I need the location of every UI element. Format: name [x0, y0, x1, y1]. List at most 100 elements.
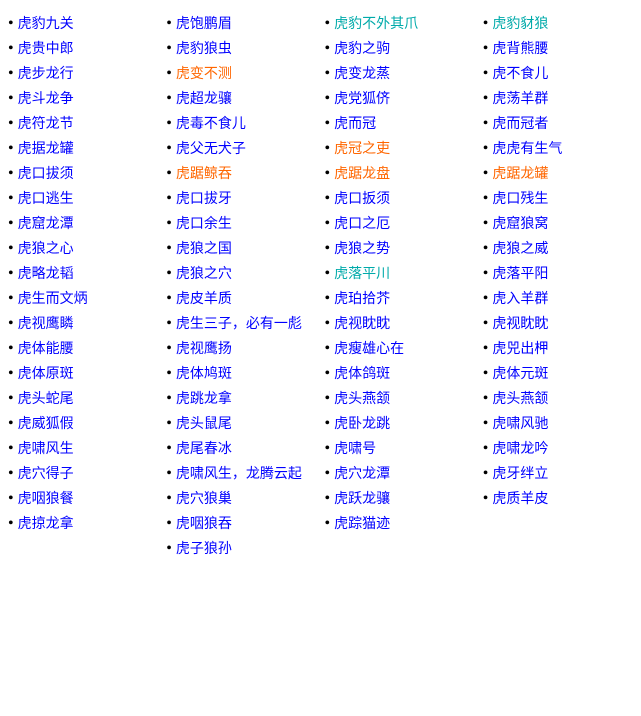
item-label[interactable]: 虎略龙韬: [18, 264, 74, 285]
item-label[interactable]: 虎豹狼虫: [176, 39, 232, 60]
item-label[interactable]: 虎穴狼巢: [176, 489, 232, 510]
item-label[interactable]: 虎符龙节: [18, 114, 74, 135]
item-label[interactable]: 虎珀拾芥: [334, 289, 390, 310]
item-label[interactable]: 虎视鹰瞵: [18, 314, 74, 335]
item-label[interactable]: 虎口拔须: [18, 164, 74, 185]
item-label[interactable]: 虎豹豺狼: [492, 14, 548, 35]
list-item: •虎珀拾芥: [325, 289, 475, 310]
item-label[interactable]: 虎落平阳: [492, 264, 548, 285]
item-label[interactable]: 虎兕出柙: [492, 339, 548, 360]
item-label[interactable]: 虎口逃生: [18, 189, 74, 210]
item-label[interactable]: 虎超龙骧: [176, 89, 232, 110]
item-label[interactable]: 虎体鸽斑: [334, 364, 390, 385]
item-label[interactable]: 虎跃龙骧: [334, 489, 390, 510]
item-label[interactable]: 虎穴得子: [18, 464, 74, 485]
list-item: •虎啸风驰: [483, 414, 633, 435]
item-label[interactable]: 虎饱鹏眉: [176, 14, 232, 35]
column-1: •虎豹九关•虎贵中郎•虎步龙行•虎斗龙争•虎符龙节•虎据龙罐•虎口拔须•虎口逃生…: [4, 12, 162, 566]
item-label[interactable]: 虎体鸠斑: [176, 364, 232, 385]
item-label[interactable]: 虎毒不食儿: [176, 114, 246, 135]
list-item: •虎据龙罐: [8, 139, 158, 160]
item-label[interactable]: 虎咽狼吞: [176, 514, 232, 535]
item-label[interactable]: 虎啸龙吟: [492, 439, 548, 460]
item-label[interactable]: 虎体原斑: [18, 364, 74, 385]
item-label[interactable]: 虎豹九关: [18, 14, 74, 35]
item-label[interactable]: 虎狼之威: [492, 239, 548, 260]
item-label[interactable]: 虎视鹰扬: [176, 339, 232, 360]
item-label[interactable]: 虎斗龙争: [18, 89, 74, 110]
item-label[interactable]: 虎口扳须: [334, 189, 390, 210]
item-label[interactable]: 虎父无犬子: [176, 139, 246, 160]
item-label[interactable]: 虎口余生: [176, 214, 232, 235]
item-label[interactable]: 虎体能腰: [18, 339, 74, 360]
item-label[interactable]: 虎子狼孙: [176, 539, 232, 560]
bullet-icon: •: [8, 189, 14, 210]
list-item: •虎党狐侪: [325, 89, 475, 110]
item-label[interactable]: 虎口之厄: [334, 214, 390, 235]
item-label[interactable]: 虎口残生: [492, 189, 548, 210]
bullet-icon: •: [8, 164, 14, 185]
list-item: •虎体元斑: [483, 364, 633, 385]
main-grid: •虎豹九关•虎贵中郎•虎步龙行•虎斗龙争•虎符龙节•虎据龙罐•虎口拔须•虎口逃生…: [4, 12, 637, 566]
item-label[interactable]: 虎变龙蒸: [334, 64, 390, 85]
item-label[interactable]: 虎尾春冰: [176, 439, 232, 460]
item-label[interactable]: 虎狼之穴: [176, 264, 232, 285]
item-label[interactable]: 虎卧龙跳: [334, 414, 390, 435]
bullet-icon: •: [8, 414, 14, 435]
item-label[interactable]: 虎背熊腰: [492, 39, 548, 60]
item-label[interactable]: 虎踞龙盘: [334, 164, 390, 185]
item-label[interactable]: 虎头蛇尾: [18, 389, 74, 410]
item-label[interactable]: 虎体元斑: [492, 364, 548, 385]
item-label[interactable]: 虎荡羊群: [492, 89, 548, 110]
item-label[interactable]: 虎踞鲸吞: [176, 164, 232, 185]
item-label[interactable]: 虎步龙行: [18, 64, 74, 85]
list-item: •虎咽狼餐: [8, 489, 158, 510]
item-label[interactable]: 虎啸号: [334, 439, 376, 460]
item-label[interactable]: 虎而冠: [334, 114, 376, 135]
list-item: •虎跳龙拿: [166, 389, 316, 410]
item-label[interactable]: 虎生三子，必有一彪: [176, 314, 302, 335]
bullet-icon: •: [166, 364, 172, 385]
item-label[interactable]: 虎头鼠尾: [176, 414, 232, 435]
item-label[interactable]: 虎皮羊质: [176, 289, 232, 310]
item-label[interactable]: 虎入羊群: [492, 289, 548, 310]
item-label[interactable]: 虎生而文炳: [18, 289, 88, 310]
item-label[interactable]: 虎啸风驰: [492, 414, 548, 435]
item-label[interactable]: 虎视眈眈: [334, 314, 390, 335]
item-label[interactable]: 虎变不测: [176, 64, 232, 85]
item-label[interactable]: 虎窟龙潭: [18, 214, 74, 235]
item-label[interactable]: 虎狼之心: [18, 239, 74, 260]
bullet-icon: •: [483, 14, 489, 35]
item-label[interactable]: 虎质羊皮: [492, 489, 548, 510]
item-label[interactable]: 虎穴龙潭: [334, 464, 390, 485]
item-label[interactable]: 虎豹不外其爪: [334, 14, 418, 35]
bullet-icon: •: [325, 264, 331, 285]
item-label[interactable]: 虎啸风生: [18, 439, 74, 460]
item-label[interactable]: 虎落平川: [334, 264, 390, 285]
item-label[interactable]: 虎不食儿: [492, 64, 548, 85]
item-label[interactable]: 虎虎有生气: [492, 139, 562, 160]
item-label[interactable]: 虎牙绊立: [492, 464, 548, 485]
item-label[interactable]: 虎口拔牙: [176, 189, 232, 210]
item-label[interactable]: 虎踞龙罐: [492, 164, 548, 185]
item-label[interactable]: 虎据龙罐: [18, 139, 74, 160]
item-label[interactable]: 虎头燕颔: [334, 389, 390, 410]
item-label[interactable]: 虎啸风生，龙腾云起: [176, 464, 302, 485]
list-item: •虎狼之心: [8, 239, 158, 260]
item-label[interactable]: 虎窟狼窝: [492, 214, 548, 235]
item-label[interactable]: 虎瘦雄心在: [334, 339, 404, 360]
item-label[interactable]: 虎贵中郎: [18, 39, 74, 60]
item-label[interactable]: 虎视眈眈: [492, 314, 548, 335]
item-label[interactable]: 虎豹之驹: [334, 39, 390, 60]
item-label[interactable]: 虎狼之国: [176, 239, 232, 260]
item-label[interactable]: 虎咽狼餐: [18, 489, 74, 510]
item-label[interactable]: 虎头燕颔: [492, 389, 548, 410]
item-label[interactable]: 虎党狐侪: [334, 89, 390, 110]
item-label[interactable]: 虎而冠者: [492, 114, 548, 135]
item-label[interactable]: 虎掠龙拿: [18, 514, 74, 535]
item-label[interactable]: 虎狼之势: [334, 239, 390, 260]
item-label[interactable]: 虎冠之吏: [334, 139, 390, 160]
item-label[interactable]: 虎威狐假: [18, 414, 74, 435]
item-label[interactable]: 虎跳龙拿: [176, 389, 232, 410]
item-label[interactable]: 虎踪猫迹: [334, 514, 390, 535]
